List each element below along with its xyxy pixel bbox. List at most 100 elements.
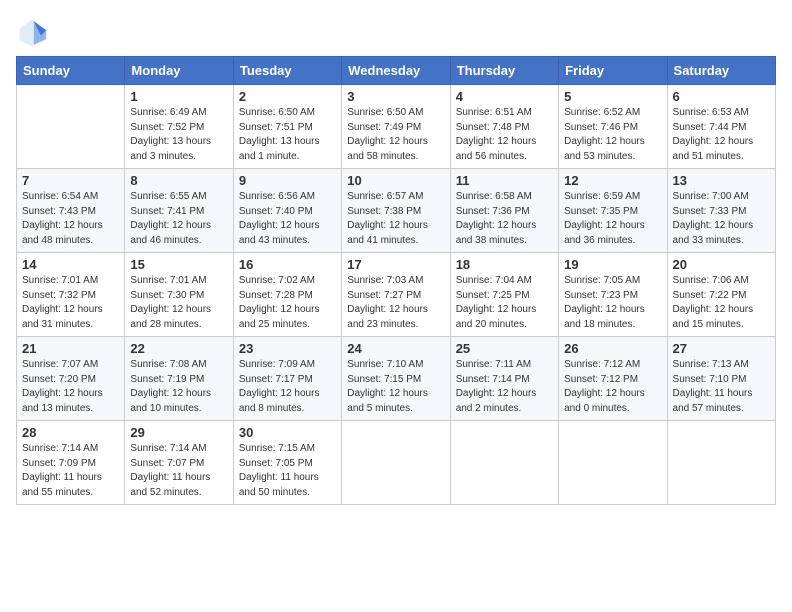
day-info: Sunrise: 6:56 AMSunset: 7:40 PMDaylight:…	[239, 190, 336, 248]
day-number: 18	[456, 257, 553, 272]
page-header	[16, 16, 776, 48]
calendar-day-cell: 5 Sunrise: 6:52 AMSunset: 7:46 PMDaylight…	[559, 85, 667, 169]
calendar-day-cell: 30 Sunrise: 7:15 AMSunset: 7:05 PMDayligh…	[233, 421, 341, 505]
calendar-day-cell: 12 Sunrise: 6:59 AMSunset: 7:35 PMDayligh…	[559, 169, 667, 253]
day-info: Sunrise: 7:10 AMSunset: 7:15 PMDaylight:…	[347, 358, 444, 416]
day-info: Sunrise: 6:57 AMSunset: 7:38 PMDaylight:…	[347, 190, 444, 248]
day-number: 14	[22, 257, 119, 272]
day-info: Sunrise: 7:00 AMSunset: 7:33 PMDaylight:…	[673, 190, 770, 248]
day-number: 29	[130, 425, 227, 440]
day-number: 5	[564, 89, 661, 104]
day-info: Sunrise: 6:53 AMSunset: 7:44 PMDaylight:…	[673, 106, 770, 164]
day-of-week-header: Saturday	[667, 57, 775, 85]
calendar-day-cell: 25 Sunrise: 7:11 AMSunset: 7:14 PMDayligh…	[450, 337, 558, 421]
calendar-day-cell	[342, 421, 450, 505]
day-number: 21	[22, 341, 119, 356]
day-info: Sunrise: 7:05 AMSunset: 7:23 PMDaylight:…	[564, 274, 661, 332]
day-number: 1	[130, 89, 227, 104]
calendar-day-cell: 26 Sunrise: 7:12 AMSunset: 7:12 PMDayligh…	[559, 337, 667, 421]
calendar-day-cell: 3 Sunrise: 6:50 AMSunset: 7:49 PMDaylight…	[342, 85, 450, 169]
calendar-day-cell: 20Sunrise: 7:06 AMSunset: 7:22 PMDayligh…	[667, 253, 775, 337]
day-of-week-header: Friday	[559, 57, 667, 85]
day-number: 28	[22, 425, 119, 440]
day-number: 17	[347, 257, 444, 272]
day-number: 16	[239, 257, 336, 272]
day-number: 12	[564, 173, 661, 188]
day-info: Sunrise: 7:08 AMSunset: 7:19 PMDaylight:…	[130, 358, 227, 416]
calendar-day-cell: 9 Sunrise: 6:56 AMSunset: 7:40 PMDaylight…	[233, 169, 341, 253]
day-number: 11	[456, 173, 553, 188]
day-number: 2	[239, 89, 336, 104]
day-info: Sunrise: 6:54 AMSunset: 7:43 PMDaylight:…	[22, 190, 119, 248]
day-number: 25	[456, 341, 553, 356]
calendar-day-cell: 23 Sunrise: 7:09 AMSunset: 7:17 PMDayligh…	[233, 337, 341, 421]
logo-icon	[16, 16, 48, 48]
day-info: Sunrise: 7:02 AMSunset: 7:28 PMDaylight:…	[239, 274, 336, 332]
day-info: Sunrise: 7:01 AMSunset: 7:30 PMDaylight:…	[130, 274, 227, 332]
calendar-week-row: 1 Sunrise: 6:49 AMSunset: 7:52 PMDaylight…	[17, 85, 776, 169]
day-info: Sunrise: 6:49 AMSunset: 7:52 PMDaylight:…	[130, 106, 227, 164]
calendar-day-cell: 7 Sunrise: 6:54 AMSunset: 7:43 PMDaylight…	[17, 169, 125, 253]
day-info: Sunrise: 6:51 AMSunset: 7:48 PMDaylight:…	[456, 106, 553, 164]
day-of-week-header: Wednesday	[342, 57, 450, 85]
day-info: Sunrise: 6:50 AMSunset: 7:49 PMDaylight:…	[347, 106, 444, 164]
day-number: 22	[130, 341, 227, 356]
calendar-day-cell: 14Sunrise: 7:01 AMSunset: 7:32 PMDayligh…	[17, 253, 125, 337]
calendar-week-row: 28 Sunrise: 7:14 AMSunset: 7:09 PMDayligh…	[17, 421, 776, 505]
day-number: 15	[130, 257, 227, 272]
calendar-day-cell: 21Sunrise: 7:07 AMSunset: 7:20 PMDayligh…	[17, 337, 125, 421]
day-info: Sunrise: 7:03 AMSunset: 7:27 PMDaylight:…	[347, 274, 444, 332]
day-number: 7	[22, 173, 119, 188]
day-number: 3	[347, 89, 444, 104]
calendar-day-cell: 6 Sunrise: 6:53 AMSunset: 7:44 PMDaylight…	[667, 85, 775, 169]
calendar-day-cell: 15 Sunrise: 7:01 AMSunset: 7:30 PMDayligh…	[125, 253, 233, 337]
day-info: Sunrise: 7:12 AMSunset: 7:12 PMDaylight:…	[564, 358, 661, 416]
calendar-week-row: 7 Sunrise: 6:54 AMSunset: 7:43 PMDaylight…	[17, 169, 776, 253]
calendar-header-row: SundayMondayTuesdayWednesdayThursdayFrid…	[17, 57, 776, 85]
day-info: Sunrise: 7:15 AMSunset: 7:05 PMDaylight:…	[239, 442, 336, 500]
day-info: Sunrise: 7:14 AMSunset: 7:07 PMDaylight:…	[130, 442, 227, 500]
calendar-day-cell: 27 Sunrise: 7:13 AMSunset: 7:10 PMDayligh…	[667, 337, 775, 421]
day-of-week-header: Sunday	[17, 57, 125, 85]
calendar-day-cell: 11Sunrise: 6:58 AMSunset: 7:36 PMDayligh…	[450, 169, 558, 253]
calendar-day-cell	[667, 421, 775, 505]
calendar-week-row: 14Sunrise: 7:01 AMSunset: 7:32 PMDayligh…	[17, 253, 776, 337]
day-info: Sunrise: 7:09 AMSunset: 7:17 PMDaylight:…	[239, 358, 336, 416]
day-of-week-header: Tuesday	[233, 57, 341, 85]
calendar-day-cell: 29 Sunrise: 7:14 AMSunset: 7:07 PMDayligh…	[125, 421, 233, 505]
day-number: 4	[456, 89, 553, 104]
day-number: 19	[564, 257, 661, 272]
day-number: 6	[673, 89, 770, 104]
day-info: Sunrise: 6:52 AMSunset: 7:46 PMDaylight:…	[564, 106, 661, 164]
day-number: 10	[347, 173, 444, 188]
day-info: Sunrise: 7:06 AMSunset: 7:22 PMDaylight:…	[673, 274, 770, 332]
day-number: 13	[673, 173, 770, 188]
logo	[16, 16, 52, 48]
calendar-day-cell: 19 Sunrise: 7:05 AMSunset: 7:23 PMDayligh…	[559, 253, 667, 337]
calendar-day-cell	[450, 421, 558, 505]
calendar-day-cell: 4 Sunrise: 6:51 AMSunset: 7:48 PMDaylight…	[450, 85, 558, 169]
calendar-day-cell	[17, 85, 125, 169]
calendar-day-cell: 8Sunrise: 6:55 AMSunset: 7:41 PMDaylight…	[125, 169, 233, 253]
calendar-day-cell: 24 Sunrise: 7:10 AMSunset: 7:15 PMDayligh…	[342, 337, 450, 421]
day-info: Sunrise: 7:11 AMSunset: 7:14 PMDaylight:…	[456, 358, 553, 416]
day-of-week-header: Monday	[125, 57, 233, 85]
calendar-day-cell: 22 Sunrise: 7:08 AMSunset: 7:19 PMDayligh…	[125, 337, 233, 421]
day-number: 23	[239, 341, 336, 356]
day-number: 30	[239, 425, 336, 440]
day-number: 8	[130, 173, 227, 188]
day-number: 9	[239, 173, 336, 188]
day-info: Sunrise: 7:04 AMSunset: 7:25 PMDaylight:…	[456, 274, 553, 332]
day-info: Sunrise: 6:59 AMSunset: 7:35 PMDaylight:…	[564, 190, 661, 248]
day-info: Sunrise: 7:14 AMSunset: 7:09 PMDaylight:…	[22, 442, 119, 500]
calendar-day-cell: 2Sunrise: 6:50 AMSunset: 7:51 PMDaylight…	[233, 85, 341, 169]
day-number: 24	[347, 341, 444, 356]
day-info: Sunrise: 7:13 AMSunset: 7:10 PMDaylight:…	[673, 358, 770, 416]
day-number: 26	[564, 341, 661, 356]
calendar-day-cell: 1 Sunrise: 6:49 AMSunset: 7:52 PMDaylight…	[125, 85, 233, 169]
calendar-day-cell: 10 Sunrise: 6:57 AMSunset: 7:38 PMDayligh…	[342, 169, 450, 253]
day-of-week-header: Thursday	[450, 57, 558, 85]
calendar-day-cell: 17 Sunrise: 7:03 AMSunset: 7:27 PMDayligh…	[342, 253, 450, 337]
day-number: 27	[673, 341, 770, 356]
calendar-day-cell: 18 Sunrise: 7:04 AMSunset: 7:25 PMDayligh…	[450, 253, 558, 337]
